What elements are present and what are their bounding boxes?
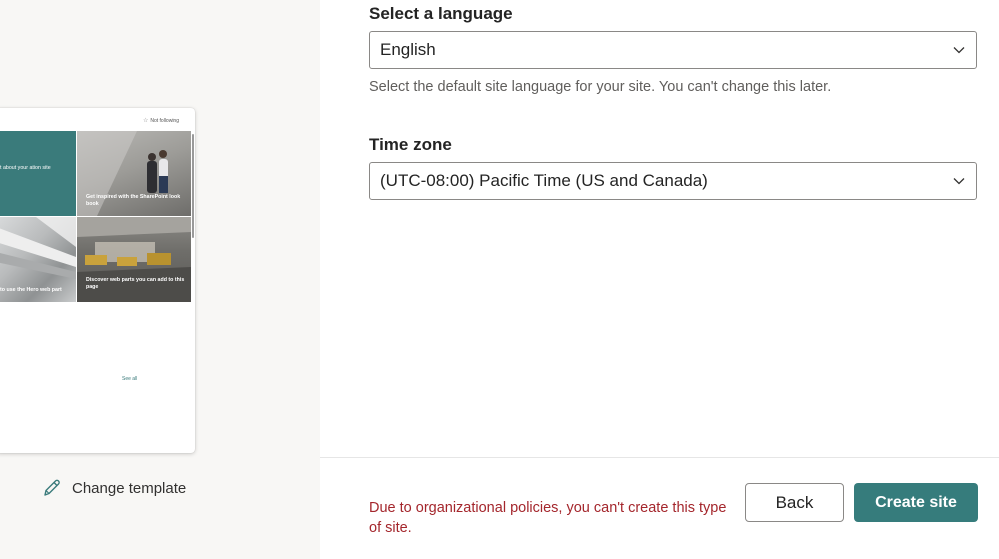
timezone-dropdown[interactable]: (UTC-08:00) Pacific Time (US and Canada): [369, 162, 977, 200]
star-icon: ☆: [142, 118, 149, 124]
hero-tile-image: to use the Hero web part: [0, 217, 76, 302]
hero-tile-image: Get inspired with the SharePoint look bo…: [77, 131, 191, 216]
create-site-button[interactable]: Create site: [854, 483, 978, 522]
chevron-down-icon: [953, 178, 965, 185]
language-helper-text: Select the default site language for you…: [369, 79, 832, 95]
hero-tile-caption: Get inspired with the SharePoint look bo…: [86, 194, 181, 207]
chevron-down-icon: [953, 47, 965, 54]
see-all-link: See all: [122, 376, 138, 382]
follow-status: ☆ Not following: [143, 117, 179, 124]
language-label: Select a language: [369, 4, 513, 23]
change-template-button[interactable]: Change template: [42, 477, 186, 499]
hero-tile-caption: t about your ation site: [0, 165, 51, 171]
hero-tile-caption: to use the Hero web part: [0, 287, 62, 293]
preview-scrollbar[interactable]: [192, 134, 194, 238]
language-dropdown[interactable]: English: [369, 31, 977, 69]
hero-tile-caption: Discover web parts you can add to this p…: [86, 277, 185, 290]
hero-tile: t about your ation site: [0, 131, 76, 216]
follow-label: Not following: [150, 118, 179, 124]
footer-divider: [320, 457, 999, 458]
hero-tile-image: Discover web parts you can add to this p…: [77, 217, 191, 302]
template-preview-panel: ☆ Not following t about your ation site G…: [0, 0, 320, 559]
template-preview-card: ☆ Not following t about your ation site G…: [0, 108, 195, 453]
back-button[interactable]: Back: [745, 483, 844, 522]
timezone-value: (UTC-08:00) Pacific Time (US and Canada): [380, 171, 708, 190]
timezone-label: Time zone: [369, 135, 452, 154]
language-value: English: [380, 40, 436, 59]
pencil-icon: [44, 479, 60, 496]
change-template-label: Change template: [72, 479, 187, 497]
policy-error-message: Due to organizational policies, you can'…: [369, 500, 727, 536]
